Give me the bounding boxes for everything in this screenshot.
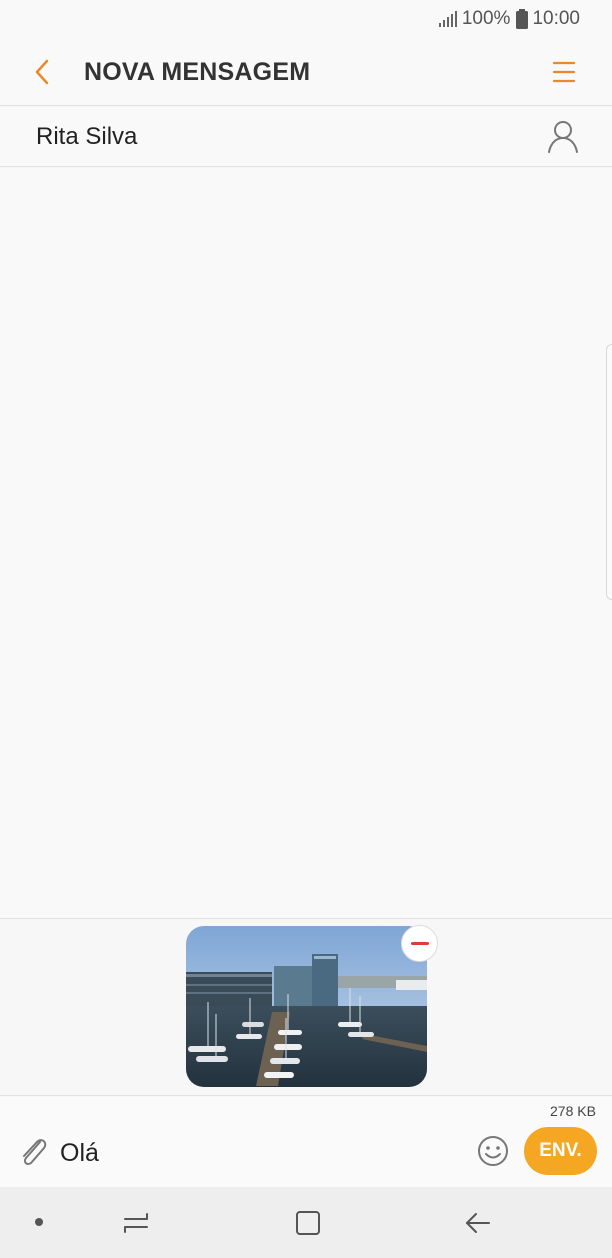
- contact-button[interactable]: [546, 118, 580, 154]
- status-bar: 100% 10:00: [0, 0, 612, 38]
- signal-icon: [438, 11, 457, 27]
- minus-circle-icon: [410, 942, 429, 945]
- menu-button[interactable]: [548, 56, 580, 88]
- time-status: 10:00: [516, 8, 580, 30]
- home-icon: [296, 1211, 320, 1235]
- signal-status: 100%: [438, 8, 511, 30]
- menu-icon: [552, 61, 576, 83]
- clock: 10:00: [532, 8, 580, 29]
- photo-thumbnail[interactable]: [186, 926, 427, 1087]
- message-list: [0, 168, 612, 918]
- chevron-left-icon: [35, 59, 49, 85]
- message-size: 278 KB: [550, 1103, 596, 1119]
- recents-button[interactable]: [121, 1208, 151, 1238]
- battery-icon: [516, 9, 529, 29]
- back-button[interactable]: [26, 56, 58, 88]
- recipient-bar[interactable]: Rita Silva: [0, 107, 612, 167]
- dot-icon[interactable]: [35, 1218, 43, 1226]
- home-button[interactable]: [293, 1208, 323, 1238]
- back-arrow-icon: [466, 1213, 490, 1233]
- send-button[interactable]: ENV.: [524, 1127, 597, 1175]
- message-input[interactable]: Olá: [60, 1139, 99, 1168]
- nav-back-button[interactable]: [463, 1208, 493, 1238]
- contact-icon: [548, 121, 578, 153]
- attach-button[interactable]: [16, 1134, 50, 1170]
- app-bar: NOVA MENSAGEM: [0, 38, 612, 106]
- paperclip-icon: [23, 1139, 47, 1166]
- remove-attachment-button[interactable]: [401, 925, 438, 962]
- recents-icon: [124, 1213, 148, 1233]
- battery-percent: 100%: [461, 8, 511, 29]
- emoji-button[interactable]: [477, 1135, 509, 1167]
- smiley-icon: [478, 1136, 508, 1166]
- recipient-name[interactable]: Rita Silva: [36, 123, 137, 151]
- edge-panel-handle[interactable]: [606, 344, 612, 600]
- marina-photo: [186, 926, 427, 1087]
- page-title: NOVA MENSAGEM: [84, 58, 311, 86]
